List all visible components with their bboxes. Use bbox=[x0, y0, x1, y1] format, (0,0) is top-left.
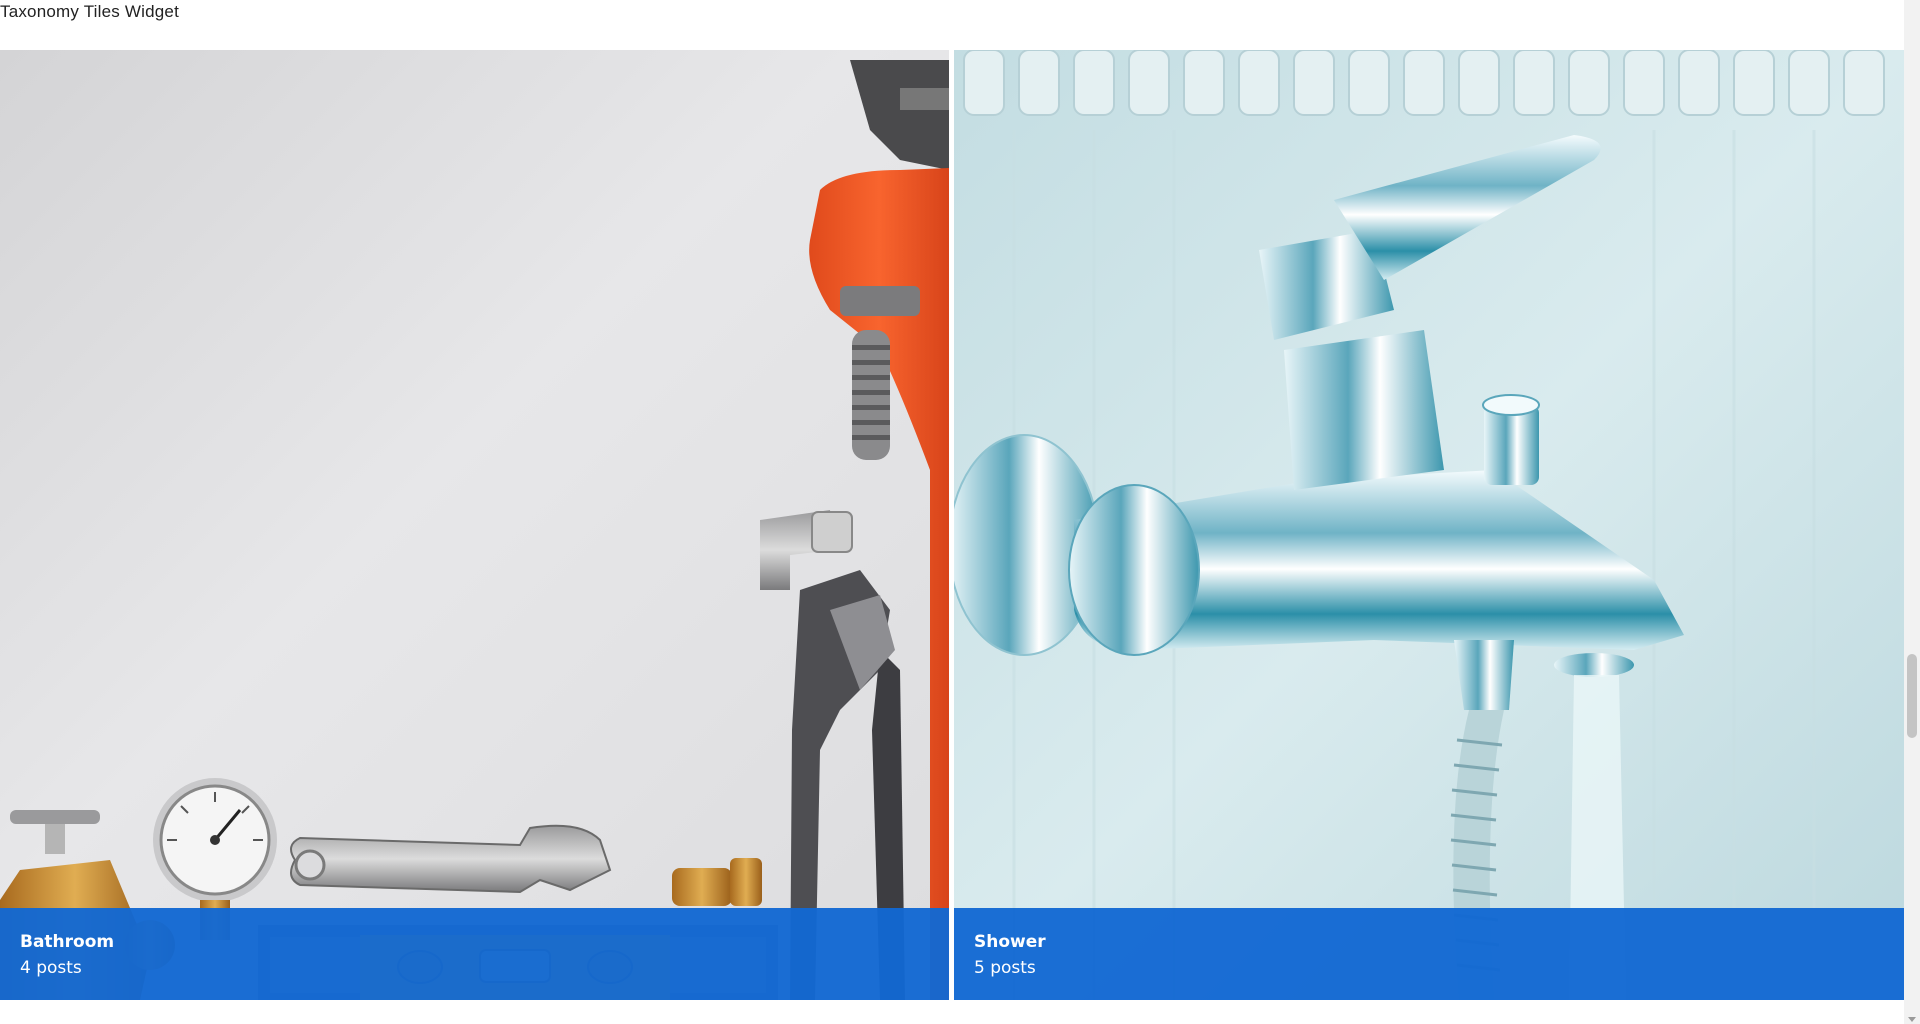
scroll-down-arrow-icon[interactable] bbox=[1908, 1017, 1916, 1022]
tile-post-count: 5 posts bbox=[974, 958, 1036, 978]
page: Taxonomy Tiles Widget Bathroom 4 posts S… bbox=[0, 0, 1920, 1024]
taxonomy-tiles: Bathroom 4 posts Shower 5 posts bbox=[0, 50, 1904, 1000]
widget-title: Taxonomy Tiles Widget bbox=[0, 2, 179, 21]
tile-caption: Bathroom 4 posts bbox=[0, 908, 949, 1000]
tile-shower[interactable]: Shower 5 posts bbox=[954, 50, 1904, 1000]
tile-title[interactable]: Shower bbox=[974, 932, 1046, 952]
tile-bathroom[interactable]: Bathroom 4 posts bbox=[0, 50, 949, 1000]
chrome-faucet-image bbox=[954, 50, 1904, 1000]
scrollbar-thumb[interactable] bbox=[1907, 654, 1917, 738]
tile-post-count: 4 posts bbox=[20, 958, 82, 978]
tile-caption: Shower 5 posts bbox=[954, 908, 1904, 1000]
vertical-scrollbar[interactable] bbox=[1904, 0, 1920, 1024]
tile-title[interactable]: Bathroom bbox=[20, 932, 114, 952]
plumbing-tools-image bbox=[0, 50, 949, 1000]
